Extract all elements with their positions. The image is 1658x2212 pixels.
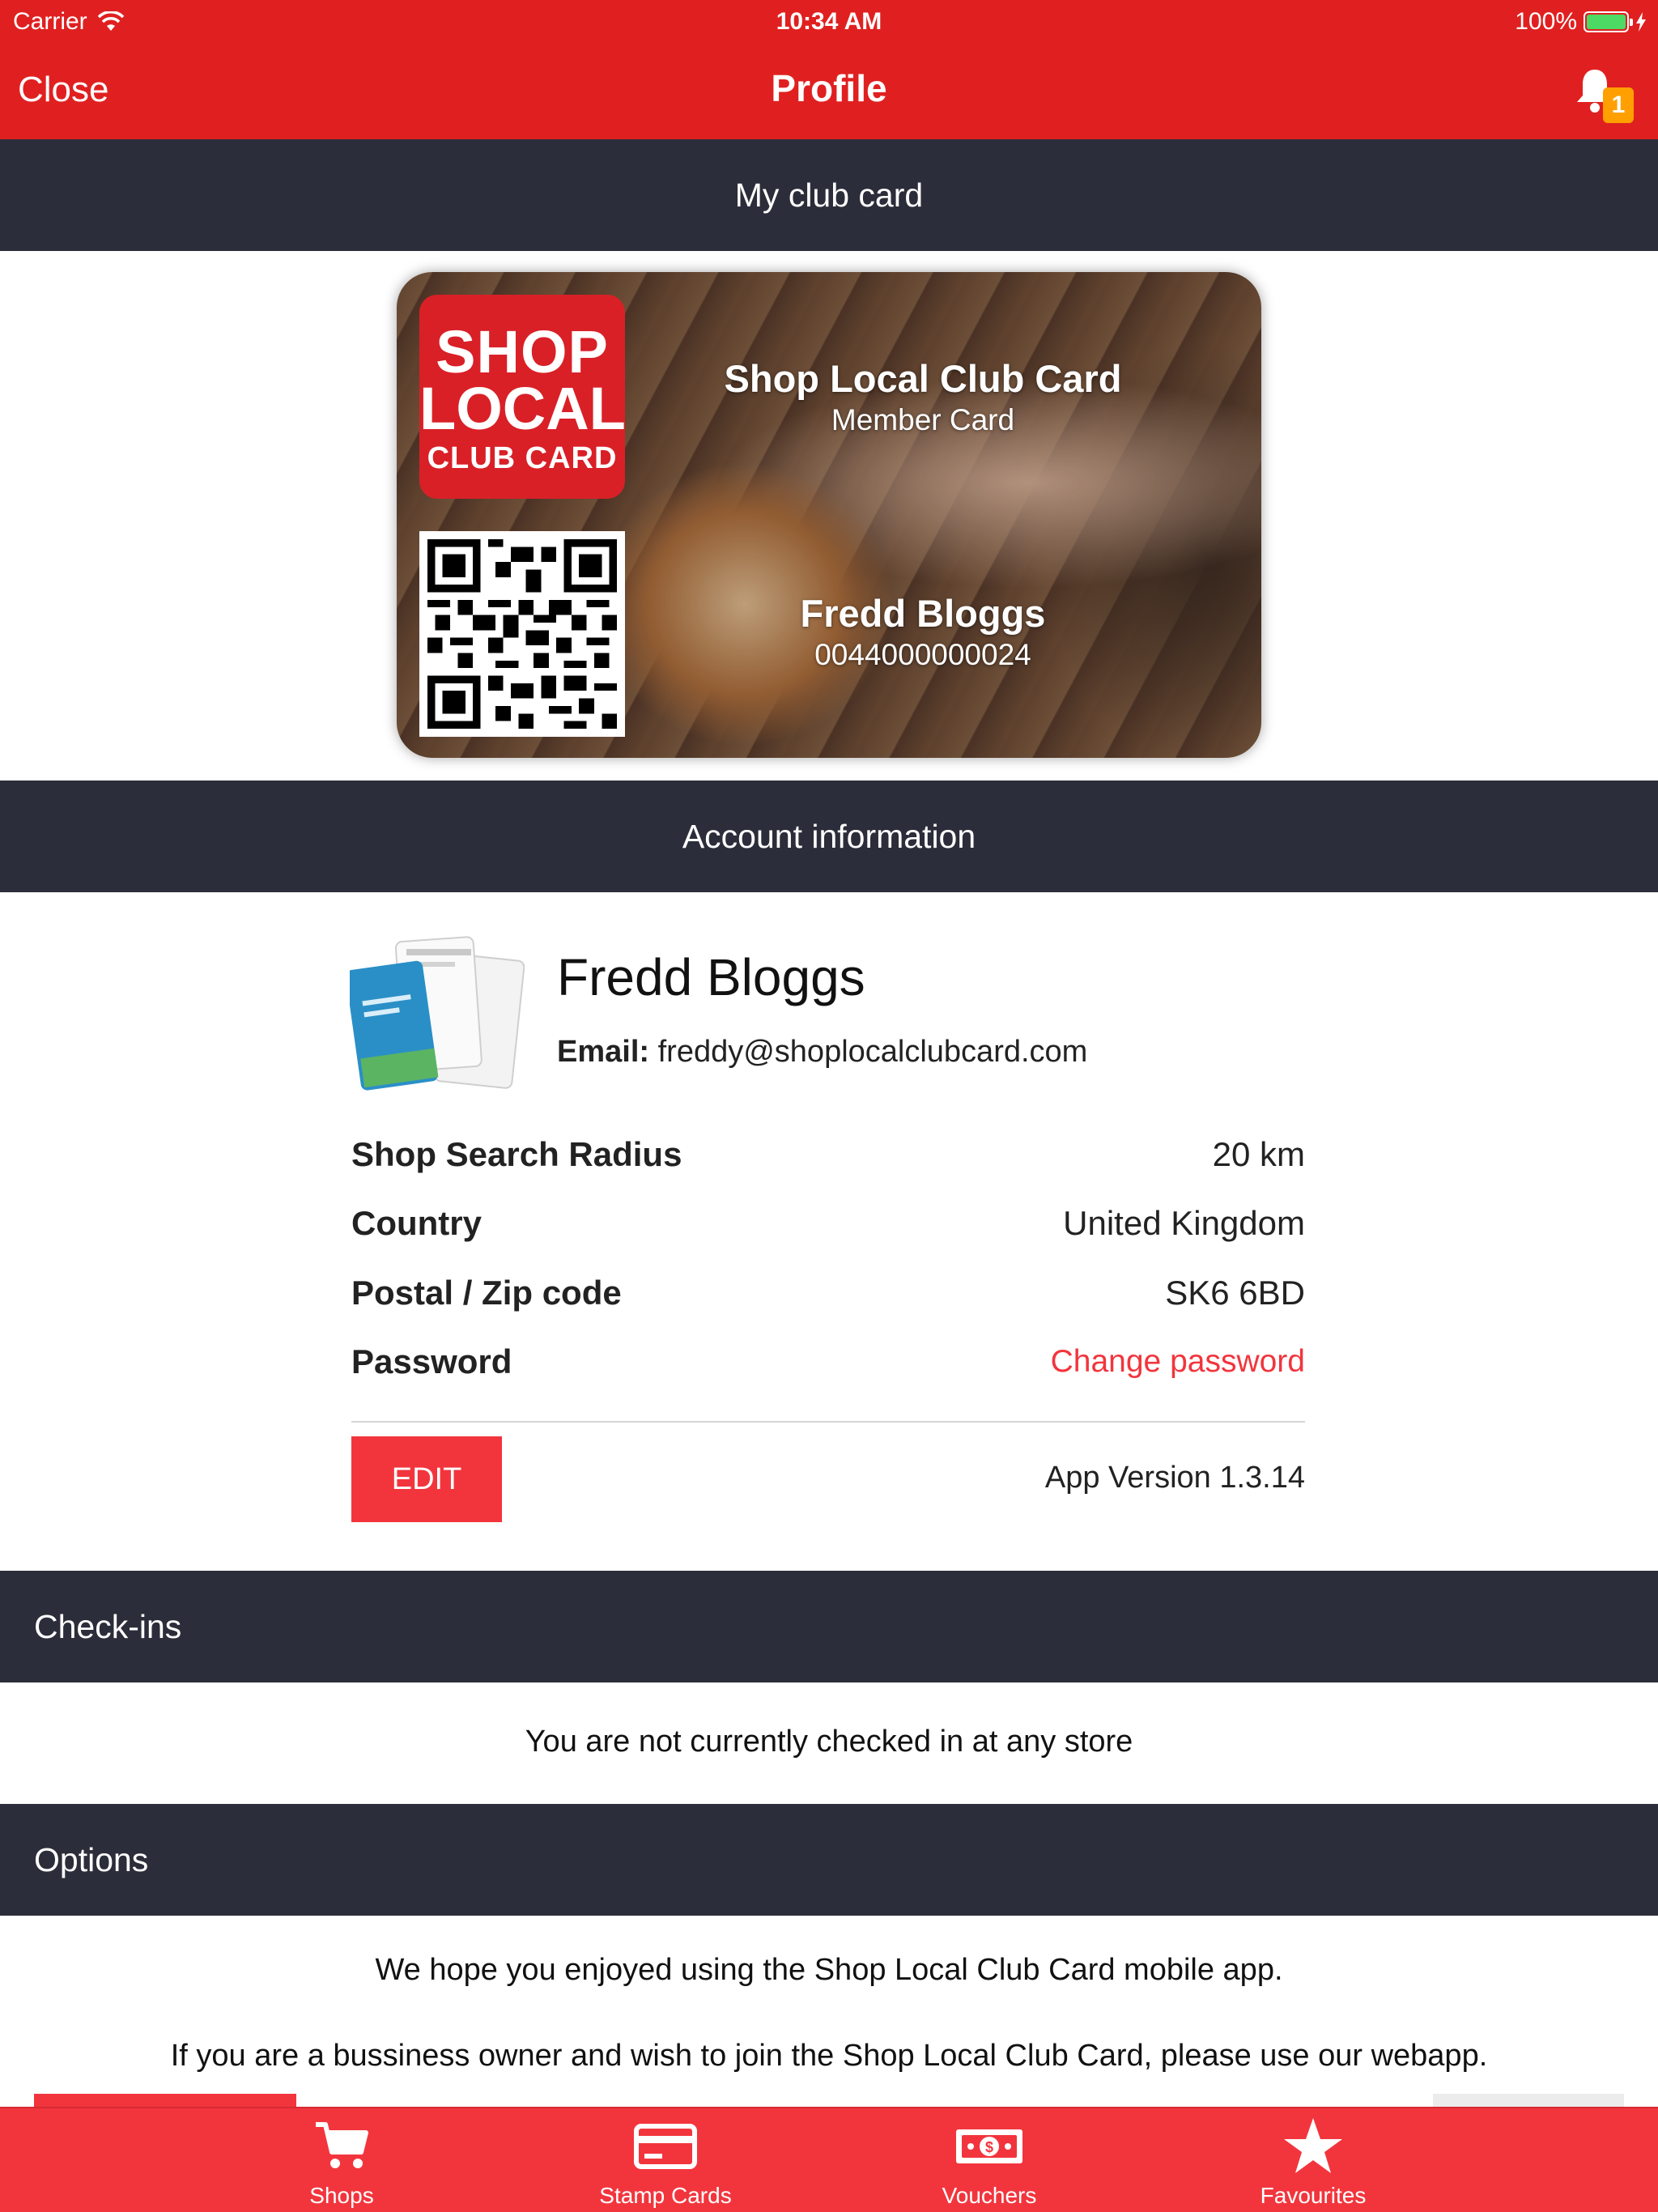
tab-vouchers[interactable]: $ Vouchers	[892, 2116, 1086, 2210]
status-bar: Carrier 10:34 AM 100%	[0, 0, 1658, 45]
checkins-message: You are not currently checked in at any …	[525, 1725, 1133, 1759]
search-radius-value: 20 km	[1212, 1135, 1305, 1173]
account-email-row: Email: freddy@shoplocalclubcard.com	[557, 1035, 1087, 1070]
tab-bar: Shops Stamp Cards $ Vouchers Favourites	[0, 2107, 1658, 2212]
club-card-header: My club card	[0, 139, 1658, 251]
options-line-1: We hope you enjoyed using the Shop Local…	[375, 1953, 1283, 1987]
nav-bar: Close Profile 1	[0, 45, 1658, 139]
club-card: SHOP LOCAL CLUB CARD Shop Local Club Car…	[397, 272, 1261, 758]
info-row-password: Password Change password	[351, 1338, 1305, 1386]
account-divider	[351, 1421, 1305, 1423]
postal-code-value: SK6 6BD	[1165, 1274, 1305, 1312]
info-row-country: Country United Kingdom	[351, 1199, 1305, 1248]
logo-line-3: CLUB CARD	[427, 441, 618, 475]
star-icon	[1284, 2118, 1342, 2173]
options-header: Options	[0, 1804, 1658, 1916]
charging-bolt-icon	[1636, 12, 1646, 32]
tab-shops-label: Shops	[309, 2183, 374, 2208]
card-title: Shop Local Club Card	[724, 357, 1122, 400]
postal-code-label: Postal / Zip code	[351, 1274, 622, 1312]
tab-favourites[interactable]: Favourites	[1216, 2116, 1410, 2210]
svg-text:$: $	[985, 2139, 993, 2155]
tab-favourites-label: Favourites	[1260, 2183, 1367, 2208]
status-right: 100%	[1515, 8, 1647, 36]
page-title: Profile	[771, 67, 887, 109]
app-version: App Version 1.3.14	[1044, 1461, 1305, 1495]
email-label: Email:	[557, 1035, 650, 1069]
tab-stamp-cards-label: Stamp Cards	[599, 2183, 732, 2208]
info-row-search-radius: Shop Search Radius 20 km	[351, 1130, 1305, 1179]
options-line-2: If you are a bussiness owner and wish to…	[170, 2039, 1488, 2073]
money-icon: $	[956, 2129, 1022, 2163]
notifications-button[interactable]: 1	[1574, 66, 1634, 123]
account-info-header: Account information	[0, 781, 1658, 892]
card-icon	[634, 2124, 697, 2169]
tab-vouchers-label: Vouchers	[942, 2183, 1037, 2208]
logo-line-1: SHOP	[436, 318, 609, 385]
change-password-link[interactable]: Change password	[1051, 1344, 1305, 1380]
card-member-number: 0044000000024	[814, 638, 1031, 671]
tab-shops[interactable]: Shops	[244, 2116, 439, 2210]
country-label: Country	[351, 1204, 482, 1242]
battery-icon	[1584, 11, 1633, 32]
email-value: freddy@shoplocalclubcard.com	[657, 1035, 1088, 1069]
logo-line-2: LOCAL	[419, 375, 626, 442]
status-time: 10:34 AM	[776, 8, 882, 35]
password-label: Password	[351, 1342, 512, 1380]
avatar	[350, 936, 525, 1091]
edit-button[interactable]: EDIT	[351, 1436, 502, 1522]
card-subtitle: Member Card	[831, 403, 1015, 436]
qr-code	[419, 531, 625, 737]
checkins-header: Check-ins	[0, 1571, 1658, 1682]
cart-icon	[316, 2122, 368, 2168]
shop-local-logo: SHOP LOCAL CLUB CARD	[419, 295, 626, 499]
search-radius-label: Shop Search Radius	[351, 1135, 682, 1173]
top-bar: Carrier 10:34 AM 100% Close Profile 1	[0, 0, 1658, 139]
notification-badge: 1	[1603, 87, 1634, 123]
battery-percent: 100%	[1515, 8, 1577, 35]
info-row-postal-code: Postal / Zip code SK6 6BD	[351, 1269, 1305, 1317]
card-member-name: Fredd Bloggs	[800, 592, 1046, 635]
tab-stamp-cards[interactable]: Stamp Cards	[568, 2116, 763, 2210]
account-name: Fredd Bloggs	[557, 948, 865, 1006]
country-value: United Kingdom	[1063, 1204, 1305, 1242]
